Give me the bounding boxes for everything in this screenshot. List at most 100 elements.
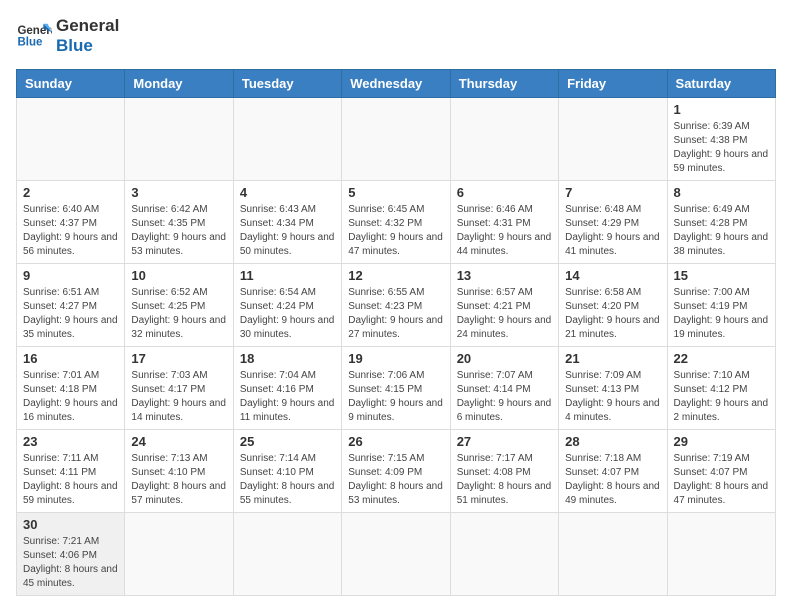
day-info: Sunrise: 6:58 AM Sunset: 4:20 PM Dayligh…: [565, 286, 660, 342]
calendar-day: 13Sunrise: 6:57 AM Sunset: 4:21 PM Dayli…: [450, 263, 558, 346]
calendar-day: 6 Sunrise: 6:46 AM Sunset: 4:31 PM Daylig…: [450, 180, 558, 263]
day-number: 29: [674, 434, 769, 449]
calendar-week-row: 9 Sunrise: 6:51 AM Sunset: 4:27 PM Daylig…: [17, 263, 776, 346]
calendar-day: 4Sunrise: 6:43 AM Sunset: 4:34 PM Daylig…: [233, 180, 341, 263]
calendar-day: [342, 512, 450, 595]
day-info: Sunrise: 6:40 AM Sunset: 4:37 PM Dayligh…: [23, 203, 118, 259]
calendar-day: [17, 97, 125, 180]
calendar-day: 21 Sunrise: 7:09 AM Sunset: 4:13 PM Dayli…: [559, 346, 667, 429]
day-info: Sunrise: 6:52 AM Sunset: 4:25 PM Dayligh…: [131, 286, 226, 342]
header-friday: Friday: [559, 69, 667, 97]
day-number: 2: [23, 185, 118, 200]
logo: General Blue General Blue: [16, 16, 119, 57]
day-number: 18: [240, 351, 335, 366]
day-info: Sunrise: 7:03 AM Sunset: 4:17 PM Dayligh…: [131, 369, 226, 425]
calendar-week-row: 30 Sunrise: 7:21 AM Sunset: 4:06 PM Dayli…: [17, 512, 776, 595]
calendar-day: [125, 97, 233, 180]
day-number: 13: [457, 268, 552, 283]
day-info: Sunrise: 7:09 AM Sunset: 4:13 PM Dayligh…: [565, 369, 660, 425]
header-wednesday: Wednesday: [342, 69, 450, 97]
calendar-header-row: SundayMondayTuesdayWednesdayThursdayFrid…: [17, 69, 776, 97]
day-info: Sunrise: 7:07 AM Sunset: 4:14 PM Dayligh…: [457, 369, 552, 425]
calendar-day: 25Sunrise: 7:14 AM Sunset: 4:10 PM Dayli…: [233, 429, 341, 512]
day-info: Sunrise: 7:15 AM Sunset: 4:09 PM Dayligh…: [348, 452, 443, 508]
calendar-week-row: 1 Sunrise: 6:39 AM Sunset: 4:38 PM Daylig…: [17, 97, 776, 180]
calendar-day: [233, 97, 341, 180]
day-number: 28: [565, 434, 660, 449]
calendar-day: 2 Sunrise: 6:40 AM Sunset: 4:37 PM Daylig…: [17, 180, 125, 263]
day-number: 12: [348, 268, 443, 283]
logo-general: General: [56, 16, 119, 36]
logo-svg: General Blue: [16, 18, 52, 54]
calendar-day: 30 Sunrise: 7:21 AM Sunset: 4:06 PM Dayli…: [17, 512, 125, 595]
day-info: Sunrise: 7:00 AM Sunset: 4:19 PM Dayligh…: [674, 286, 769, 342]
day-number: 21: [565, 351, 660, 366]
day-info: Sunrise: 7:01 AM Sunset: 4:18 PM Dayligh…: [23, 369, 118, 425]
day-info: Sunrise: 6:39 AM Sunset: 4:38 PM Dayligh…: [674, 120, 769, 176]
day-info: Sunrise: 6:51 AM Sunset: 4:27 PM Dayligh…: [23, 286, 118, 342]
day-info: Sunrise: 7:10 AM Sunset: 4:12 PM Dayligh…: [674, 369, 769, 425]
day-number: 8: [674, 185, 769, 200]
day-number: 5: [348, 185, 443, 200]
header-sunday: Sunday: [17, 69, 125, 97]
day-number: 15: [674, 268, 769, 283]
day-number: 10: [131, 268, 226, 283]
day-info: Sunrise: 6:54 AM Sunset: 4:24 PM Dayligh…: [240, 286, 335, 342]
calendar-day: 15 Sunrise: 7:00 AM Sunset: 4:19 PM Dayli…: [667, 263, 775, 346]
day-info: Sunrise: 6:46 AM Sunset: 4:31 PM Dayligh…: [457, 203, 552, 259]
calendar-day: 19Sunrise: 7:06 AM Sunset: 4:15 PM Dayli…: [342, 346, 450, 429]
calendar-day: 27Sunrise: 7:17 AM Sunset: 4:08 PM Dayli…: [450, 429, 558, 512]
day-number: 14: [565, 268, 660, 283]
logo-blue: Blue: [56, 36, 119, 56]
day-number: 30: [23, 517, 118, 532]
day-number: 23: [23, 434, 118, 449]
calendar-week-row: 23Sunrise: 7:11 AM Sunset: 4:11 PM Dayli…: [17, 429, 776, 512]
calendar-day: 23Sunrise: 7:11 AM Sunset: 4:11 PM Dayli…: [17, 429, 125, 512]
calendar-day: [667, 512, 775, 595]
calendar-day: [559, 512, 667, 595]
day-info: Sunrise: 7:04 AM Sunset: 4:16 PM Dayligh…: [240, 369, 335, 425]
day-info: Sunrise: 6:49 AM Sunset: 4:28 PM Dayligh…: [674, 203, 769, 259]
day-info: Sunrise: 6:48 AM Sunset: 4:29 PM Dayligh…: [565, 203, 660, 259]
calendar-day: 9 Sunrise: 6:51 AM Sunset: 4:27 PM Daylig…: [17, 263, 125, 346]
header-monday: Monday: [125, 69, 233, 97]
day-number: 25: [240, 434, 335, 449]
day-number: 24: [131, 434, 226, 449]
calendar-day: [450, 512, 558, 595]
day-info: Sunrise: 6:55 AM Sunset: 4:23 PM Dayligh…: [348, 286, 443, 342]
calendar-day: 10 Sunrise: 6:52 AM Sunset: 4:25 PM Dayli…: [125, 263, 233, 346]
calendar-day: 22 Sunrise: 7:10 AM Sunset: 4:12 PM Dayli…: [667, 346, 775, 429]
day-number: 22: [674, 351, 769, 366]
calendar-day: 17Sunrise: 7:03 AM Sunset: 4:17 PM Dayli…: [125, 346, 233, 429]
day-number: 1: [674, 102, 769, 117]
calendar-day: 5Sunrise: 6:45 AM Sunset: 4:32 PM Daylig…: [342, 180, 450, 263]
day-number: 20: [457, 351, 552, 366]
header-thursday: Thursday: [450, 69, 558, 97]
day-number: 4: [240, 185, 335, 200]
day-number: 9: [23, 268, 118, 283]
calendar-day: 24 Sunrise: 7:13 AM Sunset: 4:10 PM Dayli…: [125, 429, 233, 512]
calendar-day: 16Sunrise: 7:01 AM Sunset: 4:18 PM Dayli…: [17, 346, 125, 429]
header-saturday: Saturday: [667, 69, 775, 97]
calendar-day: 14 Sunrise: 6:58 AM Sunset: 4:20 PM Dayli…: [559, 263, 667, 346]
day-number: 6: [457, 185, 552, 200]
day-info: Sunrise: 7:19 AM Sunset: 4:07 PM Dayligh…: [674, 452, 769, 508]
calendar-day: [559, 97, 667, 180]
calendar-day: 1 Sunrise: 6:39 AM Sunset: 4:38 PM Daylig…: [667, 97, 775, 180]
calendar-day: 3Sunrise: 6:42 AM Sunset: 4:35 PM Daylig…: [125, 180, 233, 263]
calendar-day: 8 Sunrise: 6:49 AM Sunset: 4:28 PM Daylig…: [667, 180, 775, 263]
calendar-day: 28 Sunrise: 7:18 AM Sunset: 4:07 PM Dayli…: [559, 429, 667, 512]
day-info: Sunrise: 7:18 AM Sunset: 4:07 PM Dayligh…: [565, 452, 660, 508]
day-number: 26: [348, 434, 443, 449]
day-info: Sunrise: 7:13 AM Sunset: 4:10 PM Dayligh…: [131, 452, 226, 508]
calendar-day: [450, 97, 558, 180]
calendar-day: 26 Sunrise: 7:15 AM Sunset: 4:09 PM Dayli…: [342, 429, 450, 512]
day-info: Sunrise: 7:21 AM Sunset: 4:06 PM Dayligh…: [23, 535, 118, 591]
calendar-week-row: 16Sunrise: 7:01 AM Sunset: 4:18 PM Dayli…: [17, 346, 776, 429]
calendar-day: 12 Sunrise: 6:55 AM Sunset: 4:23 PM Dayli…: [342, 263, 450, 346]
calendar-day: [233, 512, 341, 595]
calendar-week-row: 2 Sunrise: 6:40 AM Sunset: 4:37 PM Daylig…: [17, 180, 776, 263]
header: General Blue General Blue: [16, 16, 776, 57]
calendar-day: 18 Sunrise: 7:04 AM Sunset: 4:16 PM Dayli…: [233, 346, 341, 429]
calendar: SundayMondayTuesdayWednesdayThursdayFrid…: [16, 69, 776, 596]
